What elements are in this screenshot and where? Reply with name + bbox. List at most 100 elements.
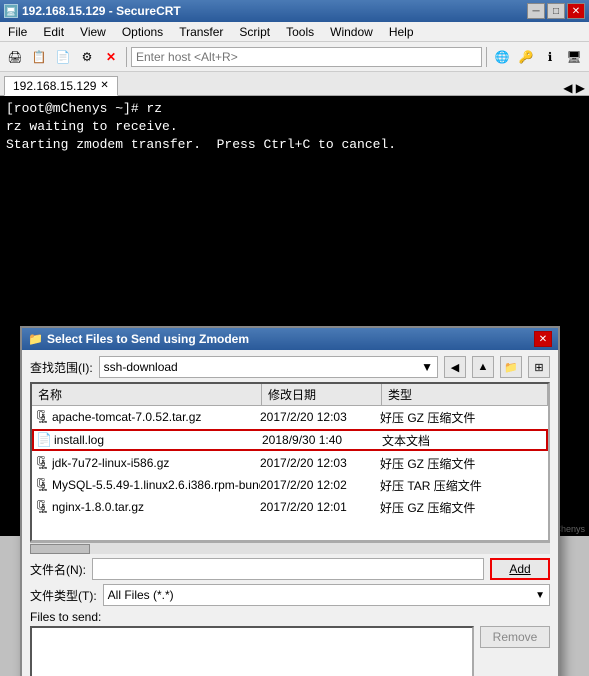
toolbar-btn-2[interactable]: 📋 bbox=[28, 46, 50, 68]
menu-bar: File Edit View Options Transfer Script T… bbox=[0, 22, 589, 42]
file-type: 好压 GZ 压缩文件 bbox=[380, 455, 546, 472]
col-header-date[interactable]: 修改日期 bbox=[262, 384, 382, 405]
menu-window[interactable]: Window bbox=[322, 22, 381, 42]
menu-file[interactable]: File bbox=[0, 22, 35, 42]
terminal-line-2: rz waiting to receive. bbox=[6, 118, 583, 136]
filetype-combo[interactable]: All Files (*.*) ▼ bbox=[103, 584, 550, 606]
file-date: 2018/9/30 1:40 bbox=[262, 433, 382, 447]
menu-tools[interactable]: Tools bbox=[278, 22, 322, 42]
terminal-line-1: [root@mChenys ~]# rz bbox=[6, 100, 583, 118]
dialog-content: 查找范围(I): ssh-download ▼ ◀ ▲ 📁 ⊞ 名称 修改日期 bbox=[22, 350, 558, 676]
file-icon: 🗜 bbox=[34, 477, 52, 493]
col-header-name[interactable]: 名称 bbox=[32, 384, 262, 405]
close-button[interactable]: ✕ bbox=[567, 3, 585, 19]
file-type: 好压 GZ 压缩文件 bbox=[380, 409, 546, 426]
location-value: ssh-download bbox=[104, 360, 178, 374]
nav-up-button[interactable]: ▲ bbox=[472, 356, 494, 378]
files-send-area: Remove bbox=[30, 626, 550, 676]
file-list-header: 名称 修改日期 类型 bbox=[32, 384, 548, 406]
toolbar-btn-4[interactable]: ⚙ bbox=[76, 46, 98, 68]
col-header-type[interactable]: 类型 bbox=[382, 384, 548, 405]
file-row[interactable]: 📄 install.log 2018/9/30 1:40 文本文档 bbox=[32, 429, 548, 451]
file-name: MySQL-5.5.49-1.linux2.6.i386.rpm-bundle.… bbox=[52, 478, 260, 492]
remove-button[interactable]: Remove bbox=[480, 626, 550, 648]
filetype-row: 文件类型(T): All Files (*.*) ▼ bbox=[30, 584, 550, 606]
file-date: 2017/2/20 12:02 bbox=[260, 478, 380, 492]
maximize-button[interactable]: □ bbox=[547, 3, 565, 19]
file-type: 好压 TAR 压缩文件 bbox=[380, 477, 546, 494]
toolbar-icon-key[interactable]: 🔑 bbox=[515, 46, 537, 68]
dialog-icon: 📁 bbox=[28, 332, 43, 346]
zmodem-dialog: 📁 Select Files to Send using Zmodem ✕ 查找… bbox=[20, 326, 560, 676]
location-bar: 查找范围(I): ssh-download ▼ ◀ ▲ 📁 ⊞ bbox=[30, 356, 550, 378]
window-controls: ─ □ ✕ bbox=[527, 3, 585, 19]
filetype-value: All Files (*.*) bbox=[108, 588, 174, 602]
toolbar-btn-3[interactable]: 📄 bbox=[52, 46, 74, 68]
tab-label: 192.168.15.129 bbox=[13, 76, 96, 96]
file-type: 文本文档 bbox=[382, 432, 544, 449]
dialog-title: Select Files to Send using Zmodem bbox=[47, 332, 249, 346]
toolbar-separator-2 bbox=[486, 47, 487, 67]
location-combo[interactable]: ssh-download ▼ bbox=[99, 356, 438, 378]
menu-transfer[interactable]: Transfer bbox=[171, 22, 231, 42]
file-date: 2017/2/20 12:03 bbox=[260, 410, 380, 424]
file-row[interactable]: 🗜 apache-tomcat-7.0.52.tar.gz 2017/2/20 … bbox=[32, 406, 548, 428]
filetype-dropdown-arrow: ▼ bbox=[535, 590, 545, 601]
nav-new-folder-button[interactable]: 📁 bbox=[500, 356, 522, 378]
filename-row: 文件名(N): Add bbox=[30, 558, 550, 580]
add-button[interactable]: Add bbox=[490, 558, 550, 580]
location-dropdown-arrow: ▼ bbox=[421, 360, 433, 374]
toolbar-icon-display[interactable]: 🖥 bbox=[563, 46, 585, 68]
tab-nav[interactable]: ◀ ▶ bbox=[563, 81, 585, 95]
menu-edit[interactable]: Edit bbox=[35, 22, 72, 42]
app-icon: 🖥 bbox=[4, 4, 18, 18]
menu-help[interactable]: Help bbox=[381, 22, 422, 42]
terminal-line-3: Starting zmodem transfer. Press Ctrl+C t… bbox=[6, 136, 583, 154]
file-icon: 🗜 bbox=[34, 455, 52, 471]
file-rows-container: 🗜 apache-tomcat-7.0.52.tar.gz 2017/2/20 … bbox=[32, 406, 548, 518]
minimize-button[interactable]: ─ bbox=[527, 3, 545, 19]
terminal[interactable]: [root@mChenys ~]# rz rz waiting to recei… bbox=[0, 96, 589, 196]
file-name: jdk-7u72-linux-i586.gz bbox=[52, 456, 260, 470]
toolbar-icon-globe[interactable]: 🌐 bbox=[491, 46, 513, 68]
file-row[interactable]: 🗜 nginx-1.8.0.tar.gz 2017/2/20 12:01 好压 … bbox=[32, 496, 548, 518]
menu-script[interactable]: Script bbox=[231, 22, 278, 42]
toolbar-btn-1[interactable]: 🖨 bbox=[4, 46, 26, 68]
file-icon: 🗜 bbox=[34, 499, 52, 515]
terminal-background: 📁 Select Files to Send using Zmodem ✕ 查找… bbox=[0, 196, 589, 536]
dialog-title-bar: 📁 Select Files to Send using Zmodem ✕ bbox=[22, 328, 558, 350]
horizontal-scrollbar[interactable] bbox=[30, 542, 550, 554]
file-name: apache-tomcat-7.0.52.tar.gz bbox=[52, 410, 260, 424]
menu-view[interactable]: View bbox=[72, 22, 114, 42]
dialog-close-button[interactable]: ✕ bbox=[534, 331, 552, 347]
file-row[interactable]: 🗜 jdk-7u72-linux-i586.gz 2017/2/20 12:03… bbox=[32, 452, 548, 474]
filename-input[interactable] bbox=[92, 558, 484, 580]
file-list: 名称 修改日期 类型 🗜 apache-tomcat-7.0.52.tar.gz… bbox=[30, 382, 550, 542]
filetype-label: 文件类型(T): bbox=[30, 587, 97, 604]
files-to-send-list[interactable] bbox=[30, 626, 474, 676]
files-to-send-label: Files to send: bbox=[30, 610, 550, 624]
toolbar: 🖨 📋 📄 ⚙ ✕ 🌐 🔑 ℹ 🖥 bbox=[0, 42, 589, 72]
menu-options[interactable]: Options bbox=[114, 22, 171, 42]
scrollbar-thumb[interactable] bbox=[30, 544, 90, 554]
filename-label: 文件名(N): bbox=[30, 561, 86, 578]
file-row[interactable]: 🗜 MySQL-5.5.49-1.linux2.6.i386.rpm-bundl… bbox=[32, 474, 548, 496]
file-date: 2017/2/20 12:03 bbox=[260, 456, 380, 470]
location-label: 查找范围(I): bbox=[30, 359, 93, 376]
nav-views-button[interactable]: ⊞ bbox=[528, 356, 550, 378]
main-container: [root@mChenys ~]# rz rz waiting to recei… bbox=[0, 96, 589, 676]
address-input[interactable] bbox=[131, 47, 482, 67]
file-name: nginx-1.8.0.tar.gz bbox=[52, 500, 260, 514]
title-bar: 🖥 192.168.15.129 - SecureCRT ─ □ ✕ bbox=[0, 0, 589, 22]
file-type: 好压 GZ 压缩文件 bbox=[380, 499, 546, 516]
tab-close-icon[interactable]: ✕ bbox=[100, 76, 108, 96]
toolbar-icon-info[interactable]: ℹ bbox=[539, 46, 561, 68]
nav-back-button[interactable]: ◀ bbox=[444, 356, 466, 378]
file-date: 2017/2/20 12:01 bbox=[260, 500, 380, 514]
toolbar-btn-cancel[interactable]: ✕ bbox=[100, 46, 122, 68]
file-name: install.log bbox=[54, 433, 262, 447]
window-title: 192.168.15.129 - SecureCRT bbox=[22, 4, 181, 18]
tab-bar: 192.168.15.129 ✕ ◀ ▶ bbox=[0, 72, 589, 96]
toolbar-separator bbox=[126, 47, 127, 67]
tab-session[interactable]: 192.168.15.129 ✕ bbox=[4, 76, 118, 96]
